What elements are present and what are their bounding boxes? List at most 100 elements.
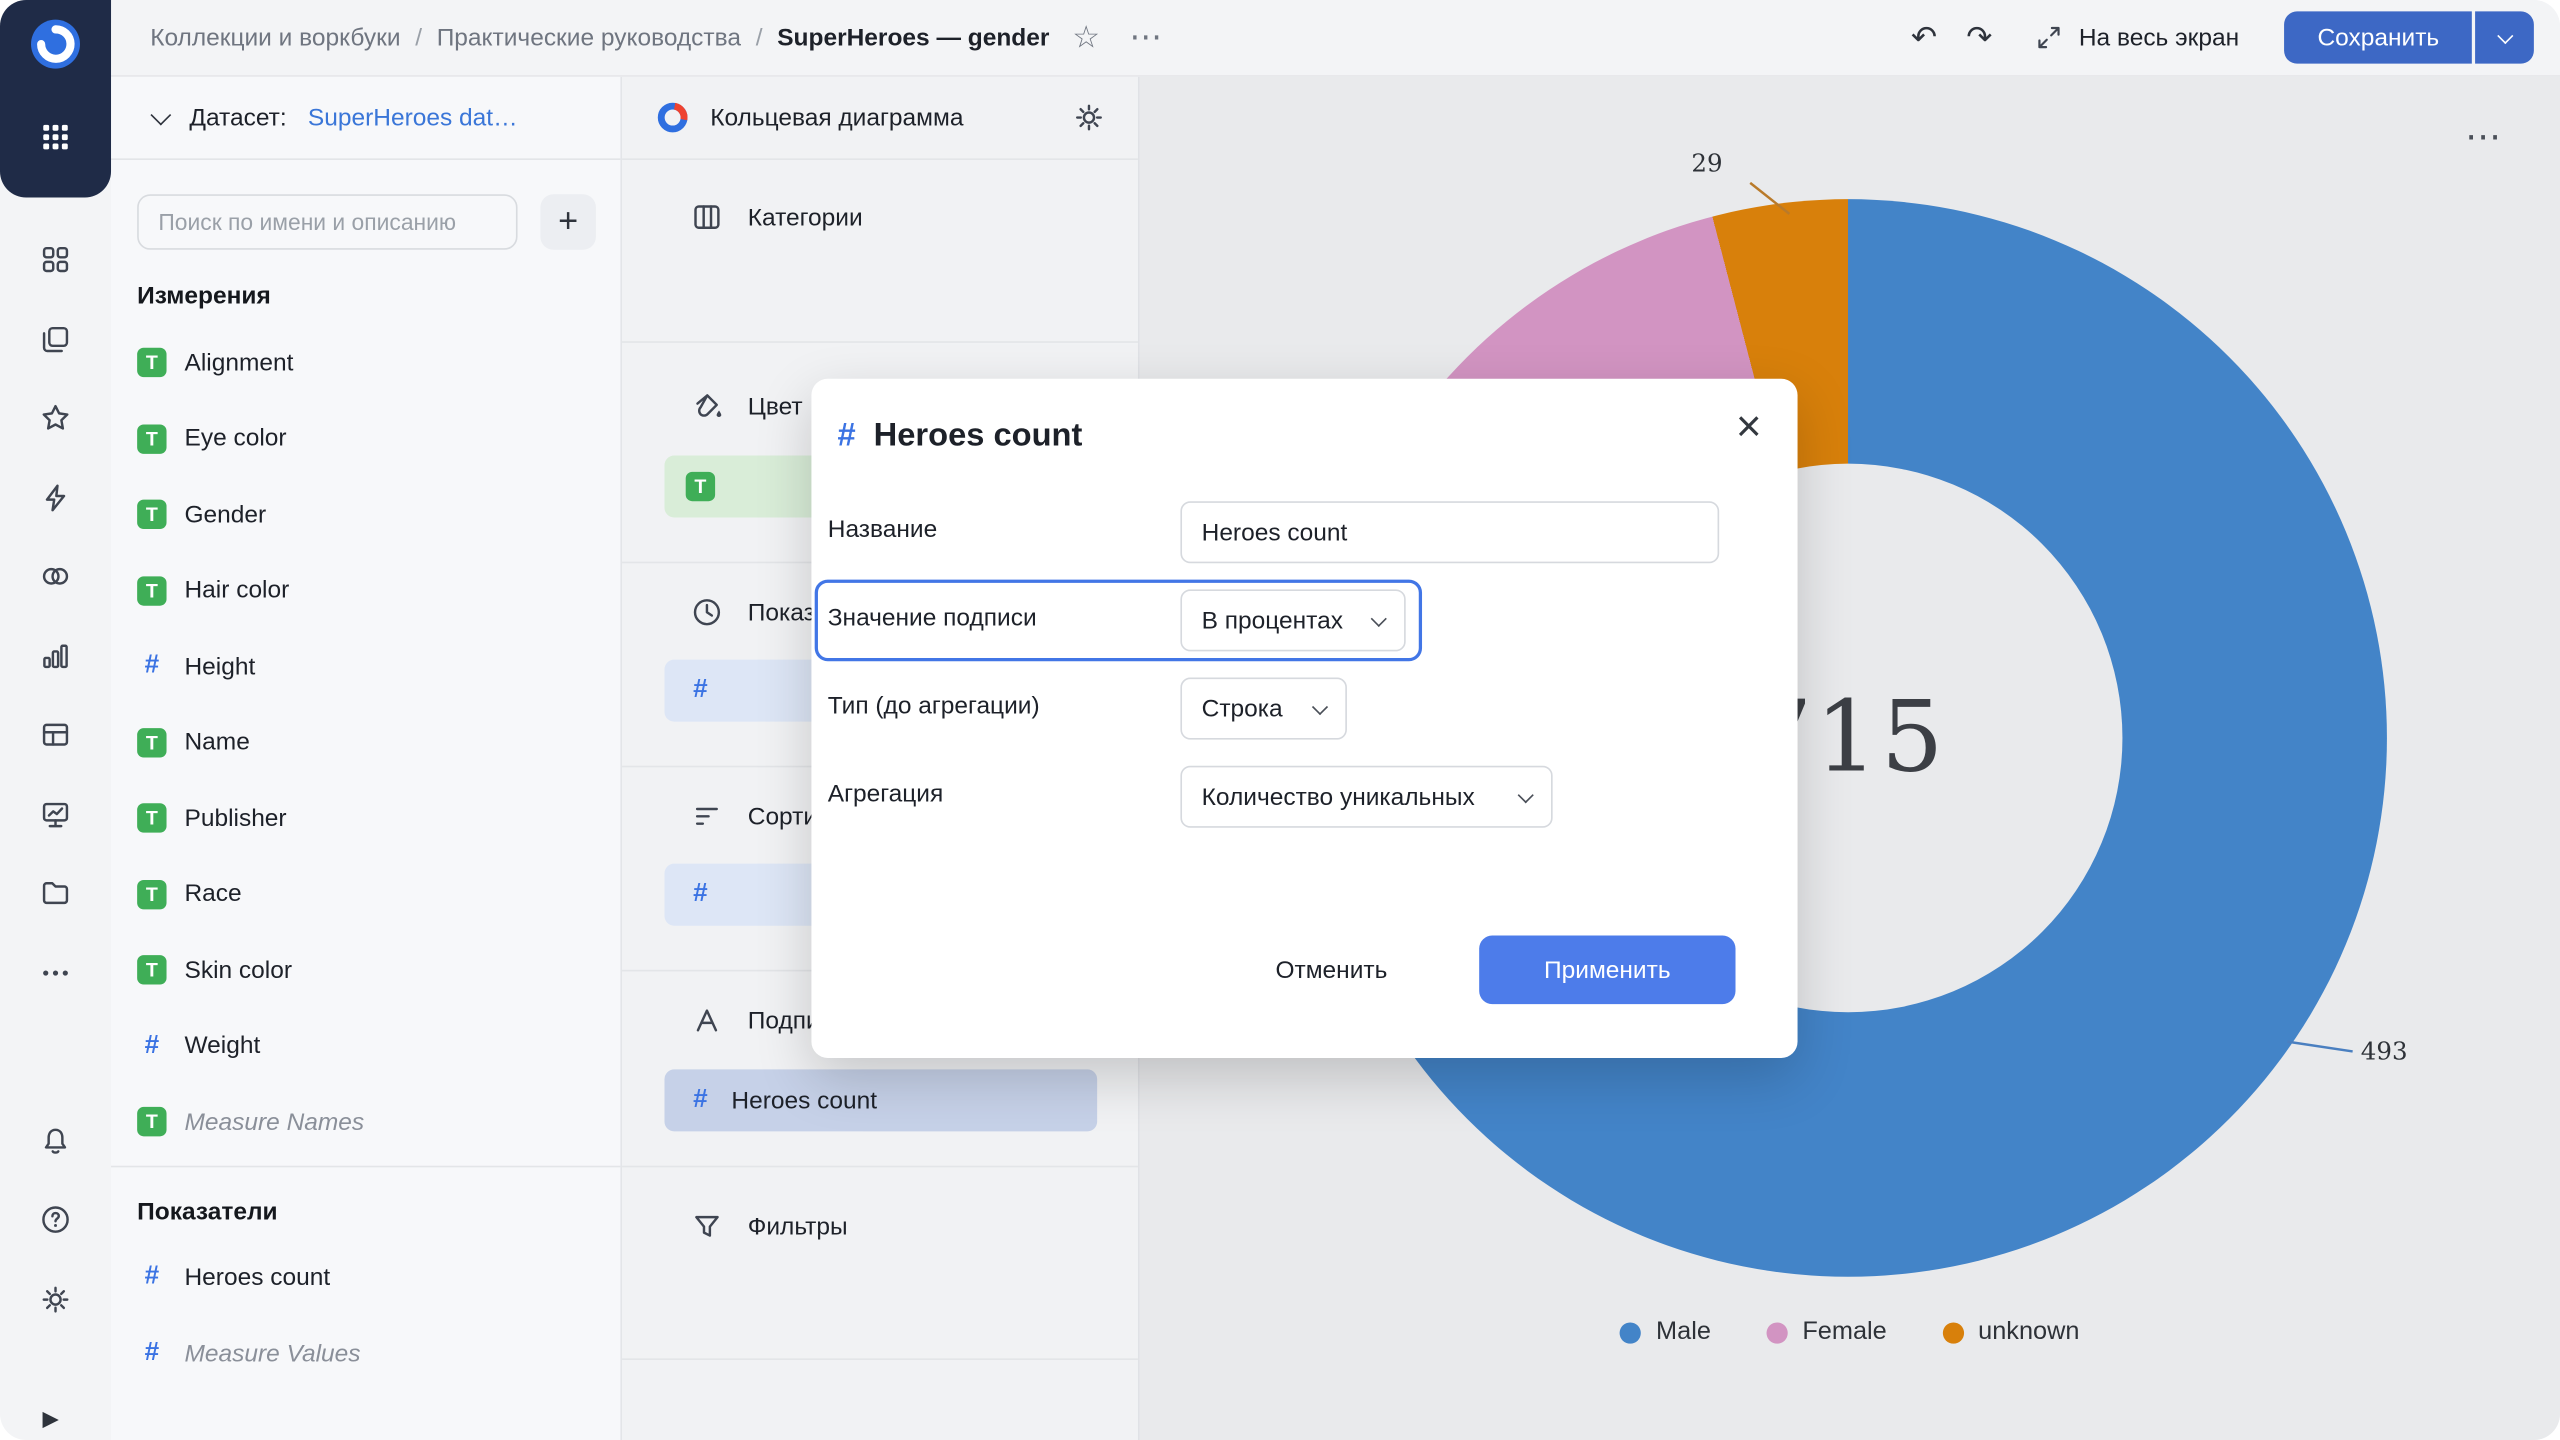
presentations-icon[interactable] (39, 798, 72, 831)
chart-menu-icon[interactable]: ⋯ (2465, 119, 2501, 155)
notifications-bell-icon[interactable] (39, 1124, 72, 1157)
number-field-icon: # (137, 1339, 166, 1368)
redo-icon[interactable]: ↷ (1966, 22, 1992, 53)
field-alignment[interactable]: TAlignment (137, 338, 597, 387)
field-gender[interactable]: T Gender (137, 490, 597, 539)
field-label: Height (184, 652, 255, 680)
field-heroes-count[interactable]: #Heroes count (137, 1252, 597, 1301)
label-value-select[interactable]: В процентах (1180, 589, 1405, 651)
section-label: Цвет (748, 393, 803, 421)
field-weight[interactable]: #Weight (137, 1021, 597, 1070)
chart-settings-gear-icon[interactable] (1073, 101, 1106, 134)
color-bucket-icon (691, 390, 724, 423)
string-field-icon: T (137, 424, 166, 453)
type-select[interactable]: Строка (1180, 678, 1347, 740)
left-rail (0, 198, 111, 1440)
aggregation-select[interactable]: Количество уникальных (1180, 766, 1552, 828)
dataset-panel: Датасет: SuperHeroes dat… + Измерения TA… (111, 77, 622, 1440)
fullscreen-button[interactable]: На весь экран (2035, 23, 2239, 52)
tables-icon[interactable] (39, 718, 72, 751)
chip-label: Heroes count (731, 1087, 877, 1115)
string-field-icon: T (137, 727, 166, 756)
datalens-logo-icon[interactable] (29, 18, 81, 70)
chevron-down-icon (1312, 698, 1328, 714)
number-field-icon: # (838, 418, 856, 456)
help-icon[interactable] (39, 1203, 72, 1236)
save-dropdown-button[interactable] (2475, 11, 2534, 63)
field-label: Hair color (184, 576, 289, 604)
string-field-icon: T (137, 348, 166, 377)
number-field-icon: # (686, 880, 715, 909)
close-icon[interactable]: × (1736, 405, 1762, 449)
field-eye-color[interactable]: TEye color (137, 414, 597, 463)
labels-letter-icon (691, 1004, 724, 1037)
field-hair-color[interactable]: THair color (137, 566, 597, 615)
apply-button[interactable]: Применить (1479, 936, 1735, 1005)
breadcrumb-separator: / (756, 24, 763, 52)
chevron-down-icon (2496, 27, 2512, 43)
search-input[interactable] (137, 194, 517, 250)
section-categories[interactable]: Категории (622, 160, 1138, 343)
relations-circles-icon[interactable] (39, 560, 72, 593)
dialog-title: Heroes count (874, 418, 1083, 456)
filters-funnel-icon (691, 1210, 724, 1243)
string-field-icon: T (137, 955, 166, 984)
save-button[interactable]: Сохранить (2285, 11, 2472, 63)
section-label: Категории (748, 203, 863, 231)
dimensions-title: Измерения (137, 282, 271, 310)
chart-legend: Male Female unknown (1140, 1318, 2560, 1347)
sort-icon (691, 800, 724, 833)
settings-gear-icon[interactable] (39, 1282, 72, 1315)
charts-bars-icon[interactable] (39, 639, 72, 672)
field-label: Race (184, 880, 241, 908)
legend-dot (1766, 1322, 1787, 1343)
section-filters[interactable]: Фильтры (622, 1167, 1138, 1360)
field-name[interactable]: TName (137, 718, 597, 767)
chevron-down-icon (1371, 610, 1387, 626)
more-items-icon[interactable] (39, 956, 72, 989)
string-field-icon: T (137, 1107, 166, 1136)
functions-lightning-icon[interactable] (39, 481, 72, 514)
chart-type-label[interactable]: Кольцевая диаграмма (710, 104, 963, 132)
undo-icon[interactable]: ↶ (1911, 22, 1937, 53)
dialog-title-row: # Heroes count (838, 418, 1083, 456)
field-measure-values[interactable]: #Measure Values (137, 1329, 597, 1378)
cancel-button[interactable]: Отменить (1249, 936, 1414, 1005)
number-field-icon: # (686, 1086, 715, 1115)
chevron-down-icon[interactable] (150, 104, 171, 125)
legend-item-male[interactable]: Male (1620, 1318, 1711, 1347)
storage-folder-icon[interactable] (39, 877, 72, 910)
workbooks-icon[interactable] (39, 322, 72, 355)
section-header: Категории (691, 201, 863, 234)
field-settings-dialog: # Heroes count × Название Значение подпи… (811, 379, 1797, 1058)
favorites-star-icon[interactable] (39, 402, 72, 435)
field-label: Gender (184, 500, 266, 528)
legend-item-unknown[interactable]: unknown (1942, 1318, 2079, 1347)
breadcrumb-collections[interactable]: Коллекции и воркбуки (150, 24, 400, 52)
string-field-icon: T (137, 500, 166, 529)
dataset-name-link[interactable]: SuperHeroes dat… (308, 104, 518, 132)
name-input[interactable] (1180, 501, 1719, 563)
more-actions-icon[interactable]: ⋯ (1129, 21, 1162, 54)
field-skin-color[interactable]: TSkin color (137, 945, 597, 994)
legend-item-female[interactable]: Female (1766, 1318, 1886, 1347)
string-field-icon: T (686, 472, 715, 501)
field-publisher[interactable]: TPublisher (137, 793, 597, 842)
brand-tab (0, 0, 111, 198)
legend-label: Male (1656, 1318, 1711, 1347)
widgets-icon[interactable] (39, 243, 72, 276)
favorite-star-icon[interactable]: ☆ (1072, 22, 1100, 53)
breadcrumb-separator: / (415, 24, 422, 52)
section-header: Фильтры (691, 1210, 848, 1243)
field-race[interactable]: TRace (137, 869, 597, 918)
apps-grid-icon[interactable] (39, 121, 72, 154)
labels-field-chip-heroes-count[interactable]: # Heroes count (664, 1069, 1097, 1131)
number-field-icon: # (137, 1031, 166, 1060)
legend-label: Female (1802, 1318, 1886, 1347)
collapse-rail-icon[interactable]: ▶ (42, 1406, 58, 1432)
field-height[interactable]: #Height (137, 642, 597, 691)
breadcrumb-guides[interactable]: Практические руководства (437, 24, 741, 52)
fullscreen-label: На весь экран (2079, 24, 2239, 52)
add-field-button[interactable]: + (540, 194, 596, 250)
field-measure-names[interactable]: TMeasure Names (137, 1097, 597, 1146)
